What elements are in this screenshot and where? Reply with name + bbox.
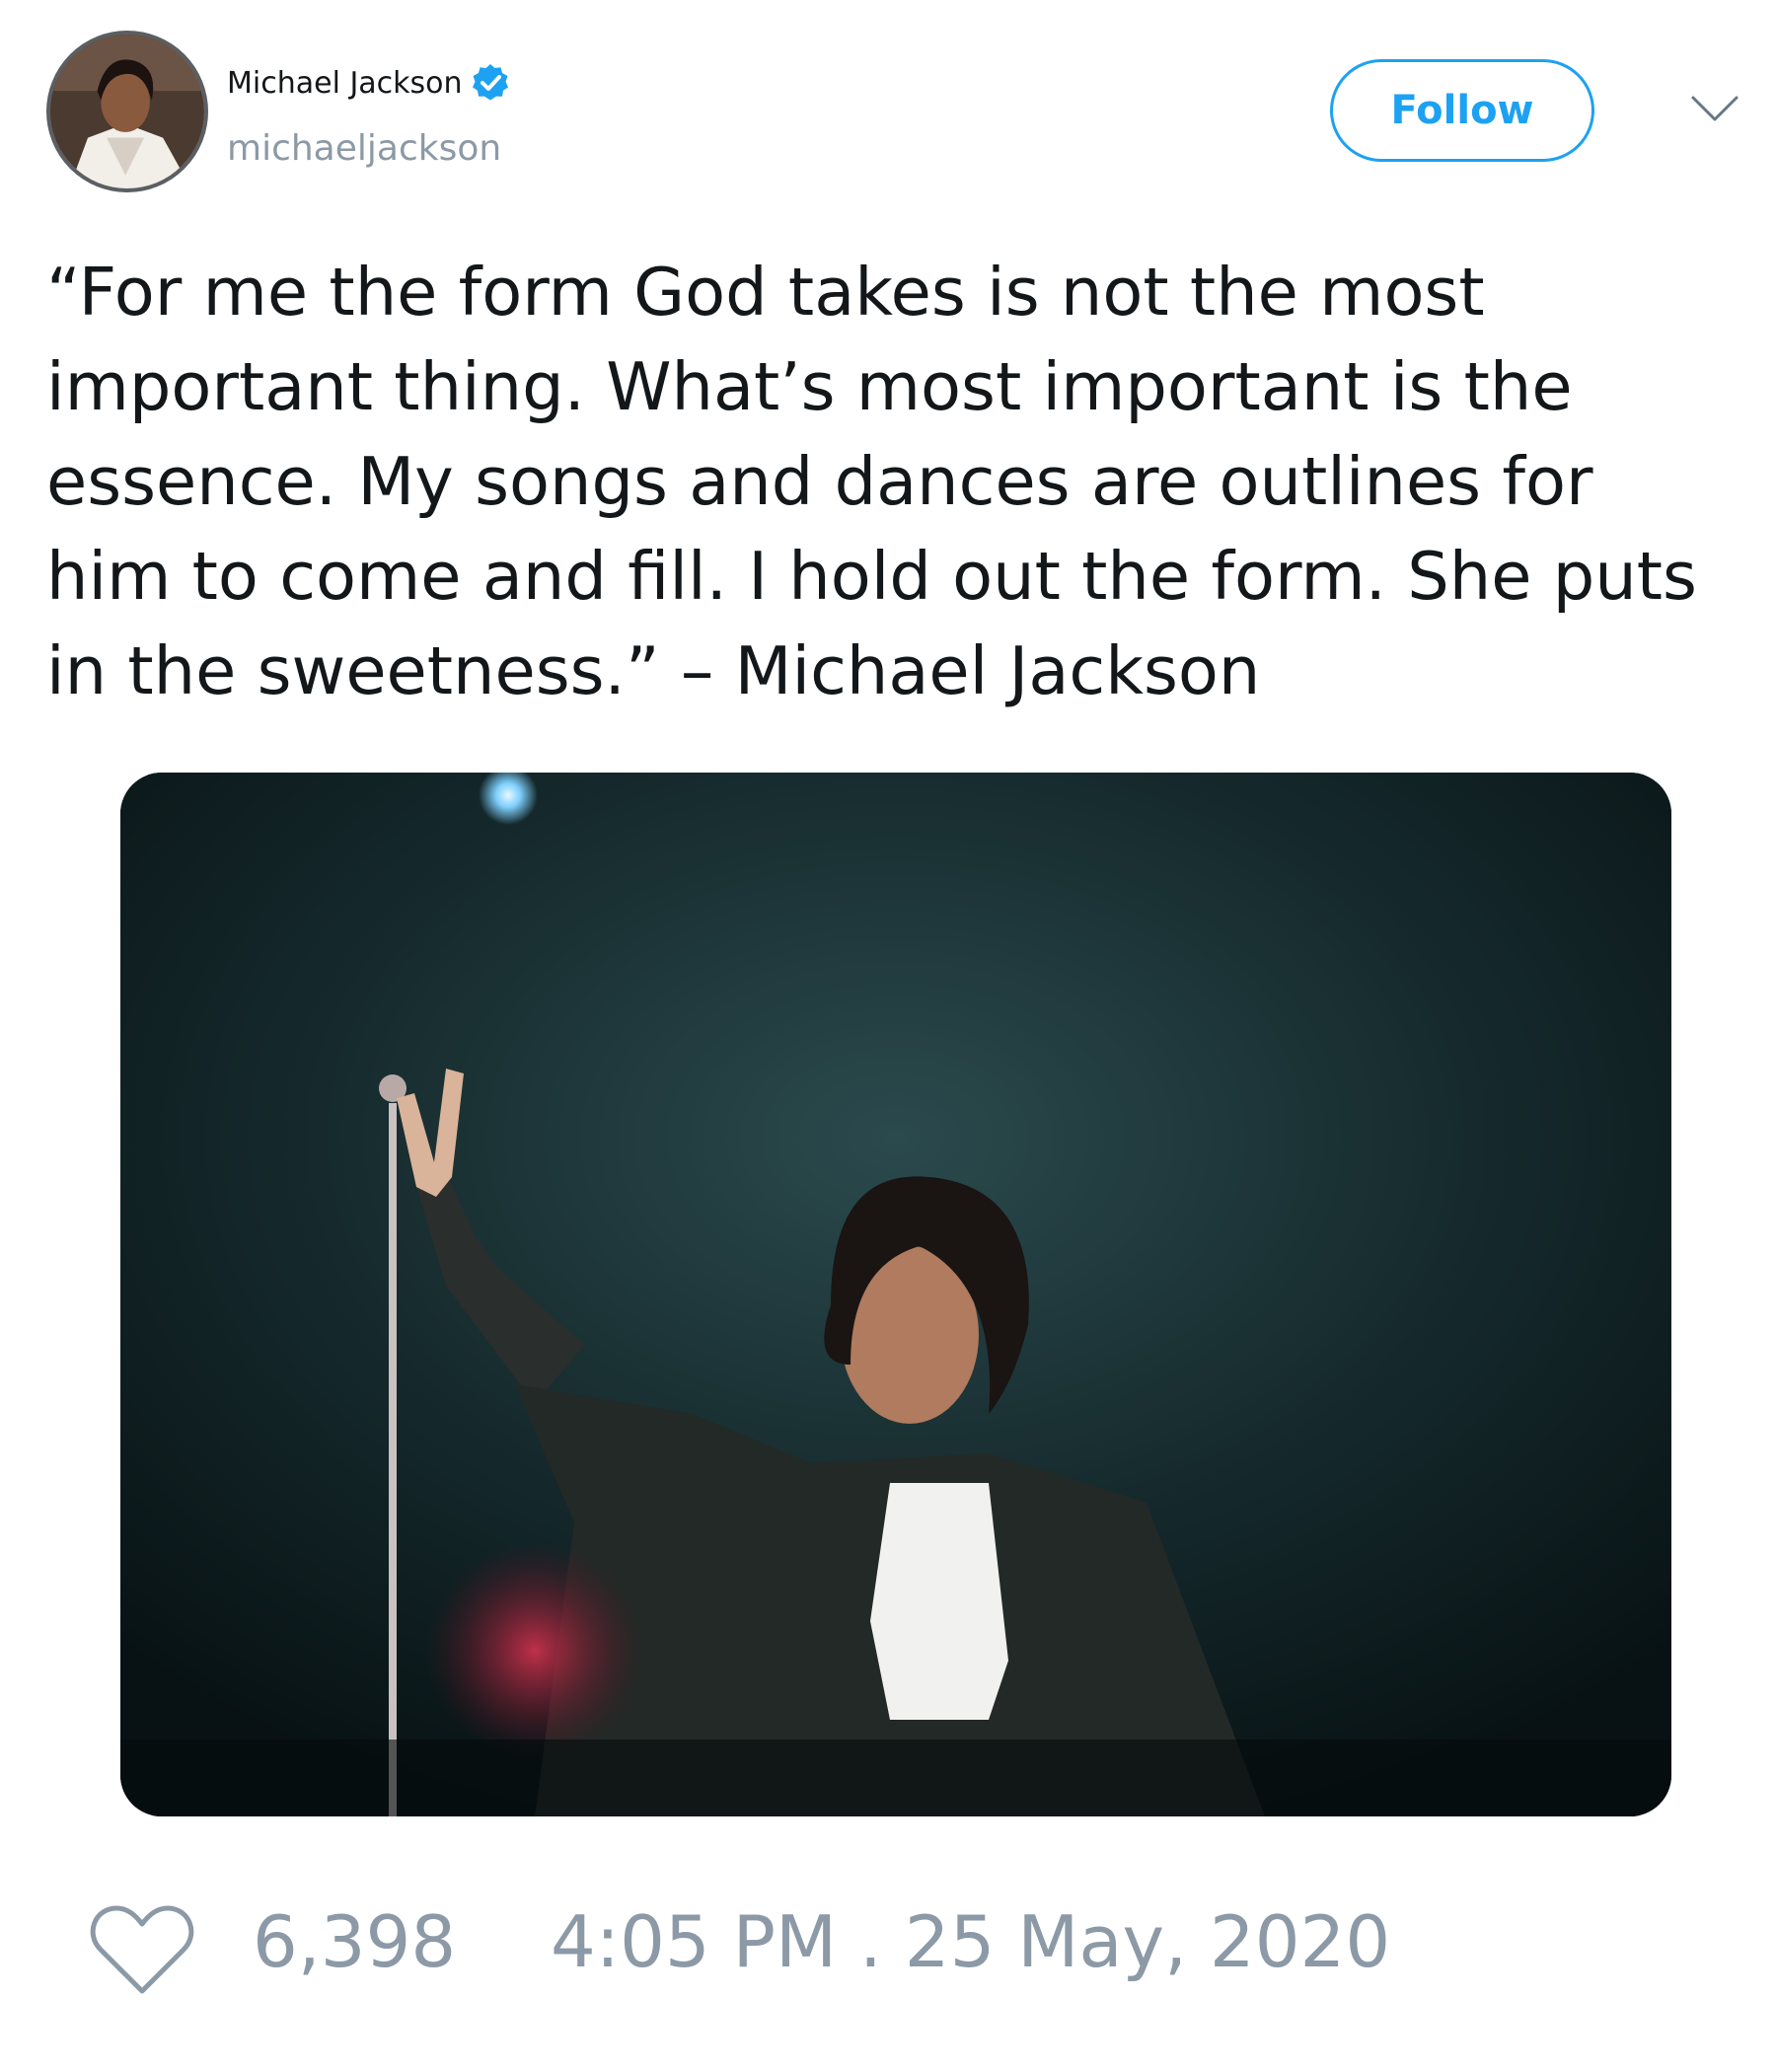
tweet-timestamp[interactable]: 4:05 PM . 25 May, 2020 <box>551 1900 1390 1983</box>
like-count: 6,398 <box>253 1900 457 1983</box>
chevron-down-icon[interactable] <box>1690 94 1739 123</box>
tweet-media-photo[interactable] <box>120 773 1671 1816</box>
follow-button[interactable]: Follow <box>1330 59 1594 162</box>
profile-photo-icon <box>50 35 204 188</box>
verified-badge-icon <box>472 64 508 101</box>
avatar[interactable] <box>46 31 208 192</box>
heart-icon[interactable] <box>89 1902 195 1997</box>
concert-photo-icon <box>120 773 1671 1816</box>
tweet-card: Michael Jackson michaeljackson Follow “F… <box>0 0 1776 2072</box>
user-handle[interactable]: michaeljackson <box>227 128 501 169</box>
tweet-text: “For me the form God takes is not the mo… <box>46 254 1697 709</box>
display-name-row: Michael Jackson <box>227 61 512 105</box>
display-name[interactable]: Michael Jackson <box>227 66 463 101</box>
